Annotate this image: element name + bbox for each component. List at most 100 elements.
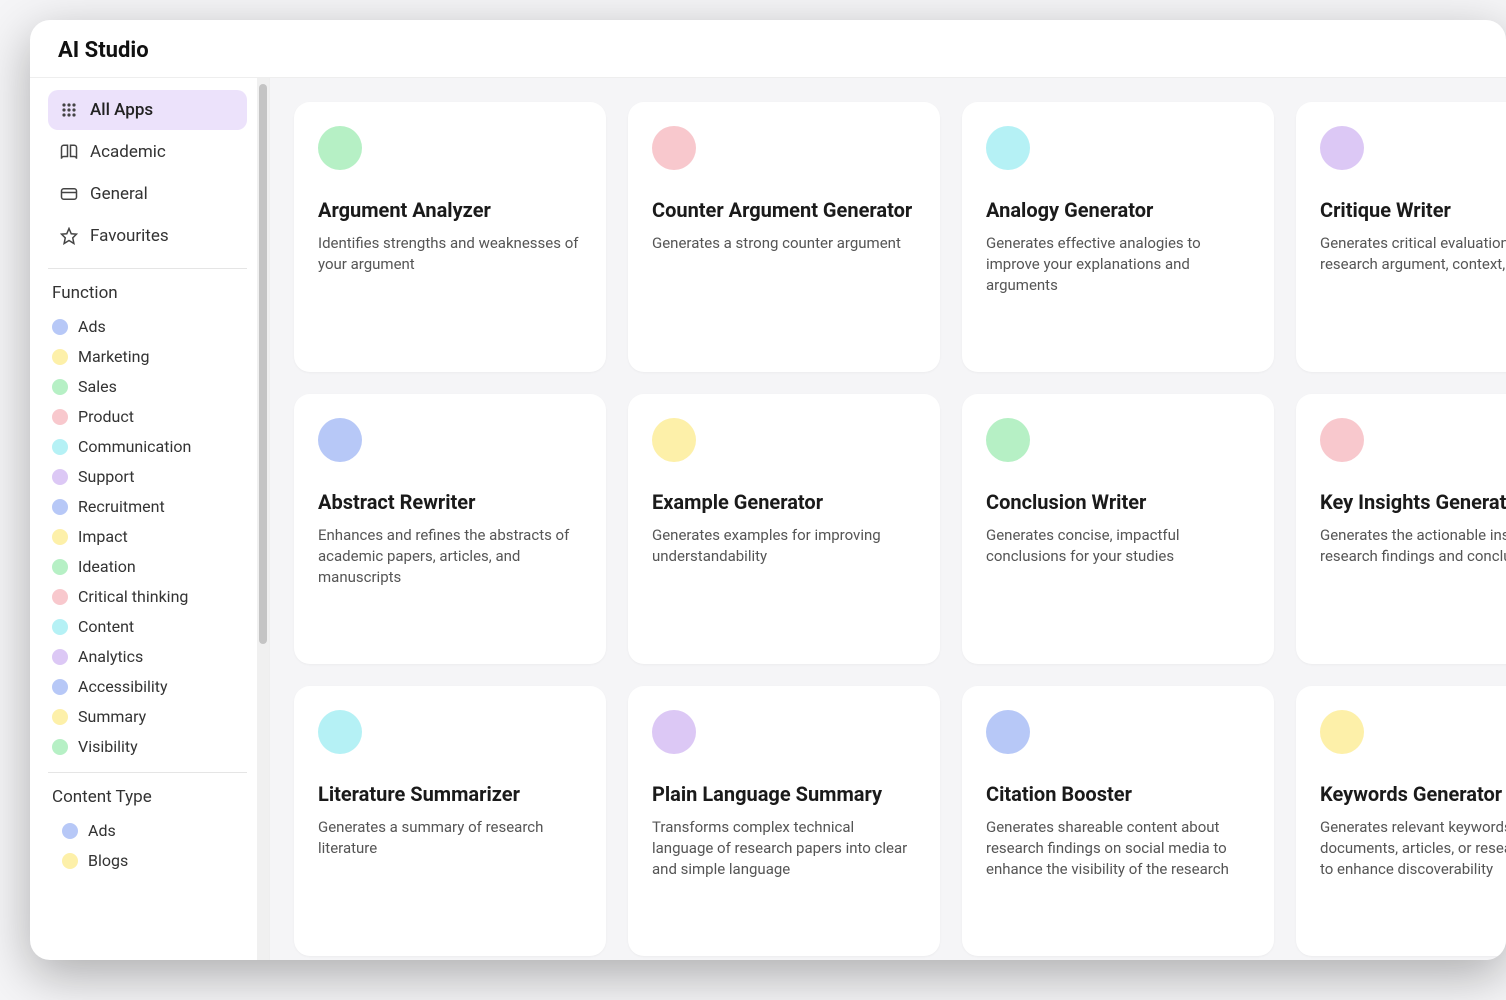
app-card-desc: Transforms complex technical language of… — [652, 817, 916, 880]
sidebar-item-favourites[interactable]: Favourites — [48, 216, 247, 256]
content-type-blogs[interactable]: Blogs — [48, 847, 247, 874]
app-card-desc: Generates a strong counter argument — [652, 233, 916, 254]
dot-icon — [52, 559, 68, 575]
app-card-title: Critique Writer — [1320, 198, 1506, 223]
app-card-desc: Generates the actionable insights from r… — [1320, 525, 1506, 567]
app-card-title: Conclusion Writer — [986, 490, 1250, 515]
app-color-dot — [1320, 126, 1364, 170]
dot-icon — [52, 379, 68, 395]
filter-support[interactable]: Support — [48, 463, 247, 490]
app-window: AI Studio All Apps Academic — [30, 20, 1506, 960]
app-color-dot — [318, 418, 362, 462]
app-card-plain-language-summary[interactable]: Plain Language Summary Transforms comple… — [628, 686, 940, 956]
filter-label: Ads — [88, 821, 116, 840]
dot-icon — [62, 853, 78, 869]
app-title: AI Studio — [58, 38, 1478, 63]
header: AI Studio — [30, 20, 1506, 78]
grid-icon — [60, 101, 78, 119]
app-card-desc: Generates a summary of research literatu… — [318, 817, 582, 859]
dot-icon — [52, 619, 68, 635]
sidebar-item-general[interactable]: General — [48, 174, 247, 214]
dot-icon — [52, 319, 68, 335]
filter-accessibility[interactable]: Accessibility — [48, 673, 247, 700]
app-card-title: Abstract Rewriter — [318, 490, 582, 515]
filter-sales[interactable]: Sales — [48, 373, 247, 400]
dot-icon — [52, 469, 68, 485]
app-color-dot — [652, 418, 696, 462]
content-type-list: Ads Blogs — [48, 817, 247, 874]
app-card-title: Counter Argument Generator — [652, 198, 916, 223]
app-card-desc: Enhances and refines the abstracts of ac… — [318, 525, 582, 588]
app-card-conclusion-writer[interactable]: Conclusion Writer Generates concise, imp… — [962, 394, 1274, 664]
app-card-example-generator[interactable]: Example Generator Generates examples for… — [628, 394, 940, 664]
app-card-literature-summarizer[interactable]: Literature Summarizer Generates a summar… — [294, 686, 606, 956]
filter-impact[interactable]: Impact — [48, 523, 247, 550]
dot-icon — [52, 679, 68, 695]
app-card-desc: Generates shareable content about resear… — [986, 817, 1250, 880]
sidebar-scrollbar[interactable] — [257, 78, 269, 960]
filter-content[interactable]: Content — [48, 613, 247, 640]
app-card-title: Plain Language Summary — [652, 782, 916, 807]
filter-label: Impact — [78, 527, 128, 546]
filter-summary[interactable]: Summary — [48, 703, 247, 730]
app-card-title: Citation Booster — [986, 782, 1250, 807]
filter-product[interactable]: Product — [48, 403, 247, 430]
dot-icon — [62, 823, 78, 839]
sidebar-item-label: Academic — [90, 142, 166, 162]
book-icon — [60, 143, 78, 161]
body: All Apps Academic General — [30, 78, 1506, 960]
filter-label: Analytics — [78, 647, 143, 666]
content-area: Argument Analyzer Identifies strengths a… — [270, 78, 1506, 960]
dot-icon — [52, 739, 68, 755]
filter-label: Accessibility — [78, 677, 168, 696]
app-card-critique-writer[interactable]: Critique Writer Generates critical evalu… — [1296, 102, 1506, 372]
app-color-dot — [986, 418, 1030, 462]
filter-critical-thinking[interactable]: Critical thinking — [48, 583, 247, 610]
app-color-dot — [986, 126, 1030, 170]
sidebar: All Apps Academic General — [30, 78, 257, 960]
app-card-title: Key Insights Generator — [1320, 490, 1506, 515]
filter-label: Blogs — [88, 851, 128, 870]
filter-label: Marketing — [78, 347, 149, 366]
filter-ideation[interactable]: Ideation — [48, 553, 247, 580]
sidebar-item-label: All Apps — [90, 100, 153, 120]
dot-icon — [52, 499, 68, 515]
filter-label: Summary — [78, 707, 146, 726]
app-card-counter-argument-generator[interactable]: Counter Argument Generator Generates a s… — [628, 102, 940, 372]
app-color-dot — [318, 126, 362, 170]
sidebar-container: All Apps Academic General — [30, 78, 270, 960]
filter-label: Content — [78, 617, 134, 636]
app-card-abstract-rewriter[interactable]: Abstract Rewriter Enhances and refines t… — [294, 394, 606, 664]
filter-label: Sales — [78, 377, 117, 396]
sidebar-item-all-apps[interactable]: All Apps — [48, 90, 247, 130]
filter-marketing[interactable]: Marketing — [48, 343, 247, 370]
sidebar-item-academic[interactable]: Academic — [48, 132, 247, 172]
filter-label: Ideation — [78, 557, 136, 576]
card-icon — [60, 185, 78, 203]
dot-icon — [52, 709, 68, 725]
app-card-keywords-generator[interactable]: Keywords Generator Generates relevant ke… — [1296, 686, 1506, 956]
filter-label: Ads — [78, 317, 106, 336]
sidebar-divider — [48, 268, 247, 269]
filter-visibility[interactable]: Visibility — [48, 733, 247, 760]
filter-label: Critical thinking — [78, 587, 188, 606]
scrollbar-thumb[interactable] — [259, 84, 267, 644]
app-card-analogy-generator[interactable]: Analogy Generator Generates effective an… — [962, 102, 1274, 372]
filter-label: Visibility — [78, 737, 138, 756]
filter-ads[interactable]: Ads — [48, 313, 247, 340]
app-color-dot — [1320, 418, 1364, 462]
function-section-title: Function — [52, 283, 247, 303]
filter-recruitment[interactable]: Recruitment — [48, 493, 247, 520]
filter-communication[interactable]: Communication — [48, 433, 247, 460]
star-icon — [60, 227, 78, 245]
filter-analytics[interactable]: Analytics — [48, 643, 247, 670]
filter-label: Product — [78, 407, 134, 426]
app-card-citation-booster[interactable]: Citation Booster Generates shareable con… — [962, 686, 1274, 956]
app-grid: Argument Analyzer Identifies strengths a… — [294, 102, 1482, 956]
sidebar-divider — [48, 772, 247, 773]
content-type-ads[interactable]: Ads — [48, 817, 247, 844]
app-card-argument-analyzer[interactable]: Argument Analyzer Identifies strengths a… — [294, 102, 606, 372]
app-color-dot — [318, 710, 362, 754]
sidebar-item-label: Favourites — [90, 226, 169, 246]
app-card-key-insights-generator[interactable]: Key Insights Generator Generates the act… — [1296, 394, 1506, 664]
